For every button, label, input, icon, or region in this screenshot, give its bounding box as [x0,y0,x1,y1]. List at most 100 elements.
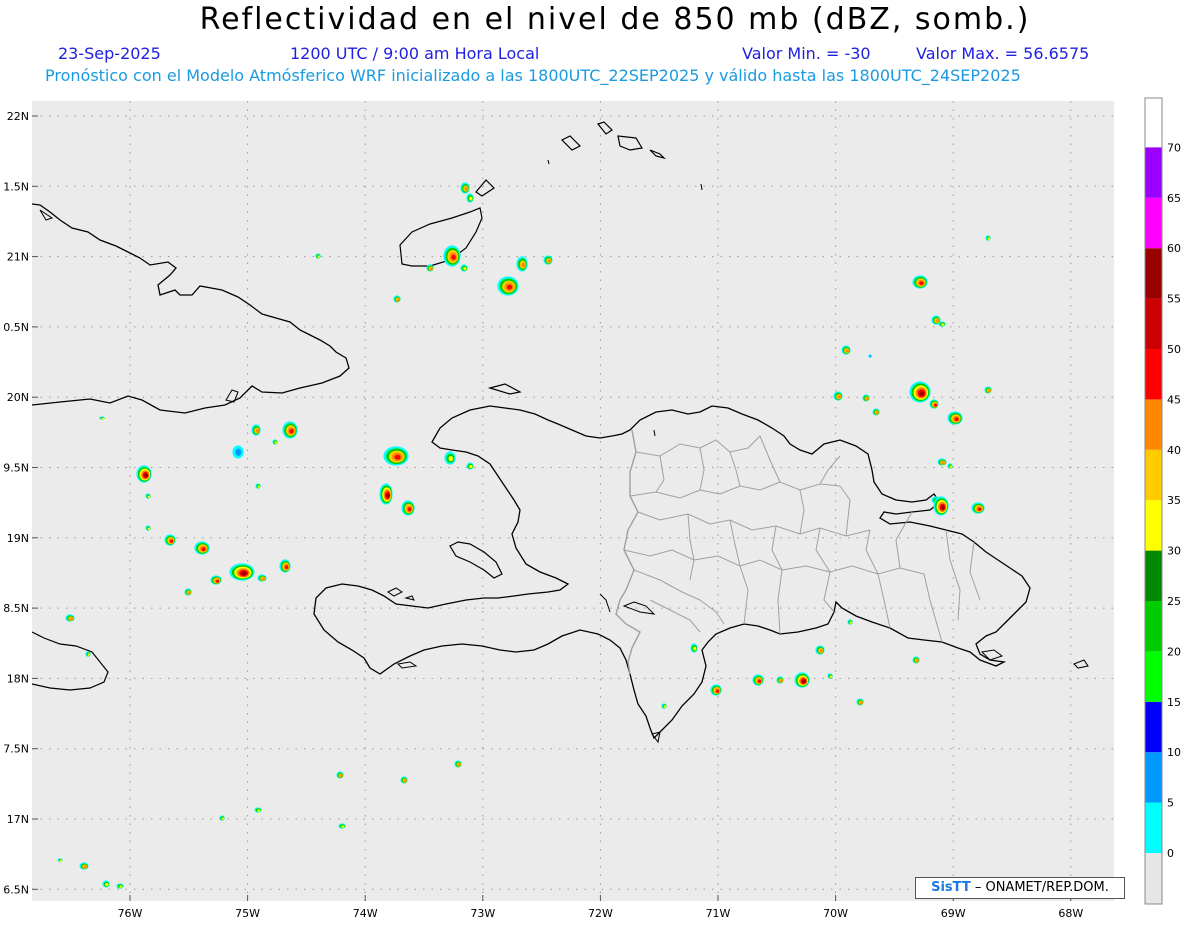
reflectivity-cell [947,411,963,425]
reflectivity-cell [827,673,833,679]
reflectivity-cell [379,483,393,505]
colorbar-tick-label: 5 [1167,797,1174,810]
reflectivity-cell [833,391,843,401]
lat-label: 8.5N [3,602,29,615]
reflectivity-cell [232,445,244,459]
reflectivity-cell [929,399,939,409]
reflectivity-cell [971,502,985,514]
lat-label: 19N [7,532,29,545]
colorbar-segment [1145,701,1162,753]
reflectivity-map: 22N 1.5N 21N 0.5N 20N 9.5N 19N 8.5N 18N 7.5N 17N 6.… [3,97,1181,920]
map-background [32,101,1114,901]
reflectivity-cell [460,182,470,194]
reflectivity-cell [315,253,321,259]
reflectivity-cell [194,541,210,555]
reflectivity-cell [79,862,89,870]
reflectivity-cell [543,255,553,265]
reflectivity-cell [282,421,298,439]
reflectivity-cell [99,416,105,420]
colorbar-tick-label: 55 [1167,293,1181,306]
reflectivity-cell [460,264,468,272]
credit-box: SisTT – ONAMET/REP.DOM. [915,877,1125,899]
colorbar: 0 5 10 15 20 25 30 35 40 45 50 55 60 65 70 [1144,97,1181,905]
reflectivity-cell [937,458,947,466]
colorbar-tick-label: 65 [1167,192,1181,205]
lat-label: 0.5N [3,321,29,334]
colorbar-segment [1145,298,1162,349]
colorbar-segment [1145,500,1162,551]
lat-label: 7.5N [3,743,29,756]
colorbar-segment [1145,601,1162,652]
reflectivity-cell [255,483,261,489]
reflectivity-cell [164,534,176,546]
colorbar-segment [1145,248,1162,299]
reflectivity-cell [251,424,261,436]
reflectivity-cell [254,807,262,813]
reflectivity-cell [862,394,870,402]
reflectivity-cell [426,264,434,272]
reflectivity-cell [116,883,124,889]
reflectivity-cell [933,496,949,516]
reflectivity-cell [393,295,401,303]
reflectivity-cell [279,559,291,573]
reflectivity-cell [272,439,278,445]
reflectivity-cell [938,321,946,327]
lon-label: 75W [235,907,260,920]
reflectivity-cell [947,463,953,469]
reflectivity-cell [336,771,344,779]
reflectivity-cell [65,614,75,622]
reflectivity-cell [815,645,825,655]
reflectivity-cell [145,493,151,499]
reflectivity-cell [210,575,222,585]
lon-label: 70W [823,907,848,920]
colorbar-segment [1145,550,1162,601]
colorbar-tick-label: 20 [1167,645,1181,658]
reflectivity-cell [466,193,474,203]
colorbar-tick-label: 45 [1167,393,1181,406]
colorbar-segment [1145,147,1162,198]
lat-label: 17N [7,813,29,826]
colorbar-segment [1145,399,1162,450]
reflectivity-cell [57,858,63,862]
reflectivity-cell [145,525,151,531]
reflectivity-cell [257,574,267,582]
lon-label: 69W [941,907,966,920]
reflectivity-cell [85,651,91,657]
reflectivity-cell [516,256,528,272]
colorbar-segment [1145,197,1162,249]
colorbar-tick-label: 50 [1167,343,1181,356]
colorbar-tick-label: 15 [1167,696,1181,709]
reflectivity-cell [229,563,255,581]
reflectivity-cell [338,823,346,829]
reflectivity-cell [400,776,408,784]
lon-label: 68W [1058,907,1083,920]
lon-label: 74W [353,907,378,920]
colorbar-tick-label: 10 [1167,746,1181,759]
reflectivity-cell [401,500,415,516]
lon-label: 76W [118,907,143,920]
reflectivity-cell [912,275,928,289]
lat-label: 18N [7,672,29,685]
reflectivity-cell [872,408,880,416]
colorbar-below-zero [1145,853,1162,904]
colorbar-tick-label: 70 [1167,141,1181,154]
reflectivity-cell [841,345,851,355]
colorbar-tick-label: 35 [1167,494,1181,507]
reflectivity-cell [136,465,152,483]
reflectivity-cell [661,703,667,709]
reflectivity-cell [184,588,192,596]
lat-label: 22N [7,110,29,123]
reflectivity-cell [466,462,474,470]
reflectivity-cell [383,446,409,466]
credit-text: – ONAMET/REP.DOM. [974,880,1109,895]
colorbar-segment [1145,802,1162,853]
reflectivity-cell [690,643,698,653]
lon-label: 73W [470,907,495,920]
reflectivity-cell [443,245,461,267]
lat-label: 6.5N [3,883,29,896]
reflectivity-cell [219,815,225,821]
colorbar-segment [1145,449,1162,501]
reflectivity-cell [856,698,864,706]
reflectivity-cell [985,235,991,241]
colorbar-segment [1145,752,1162,803]
